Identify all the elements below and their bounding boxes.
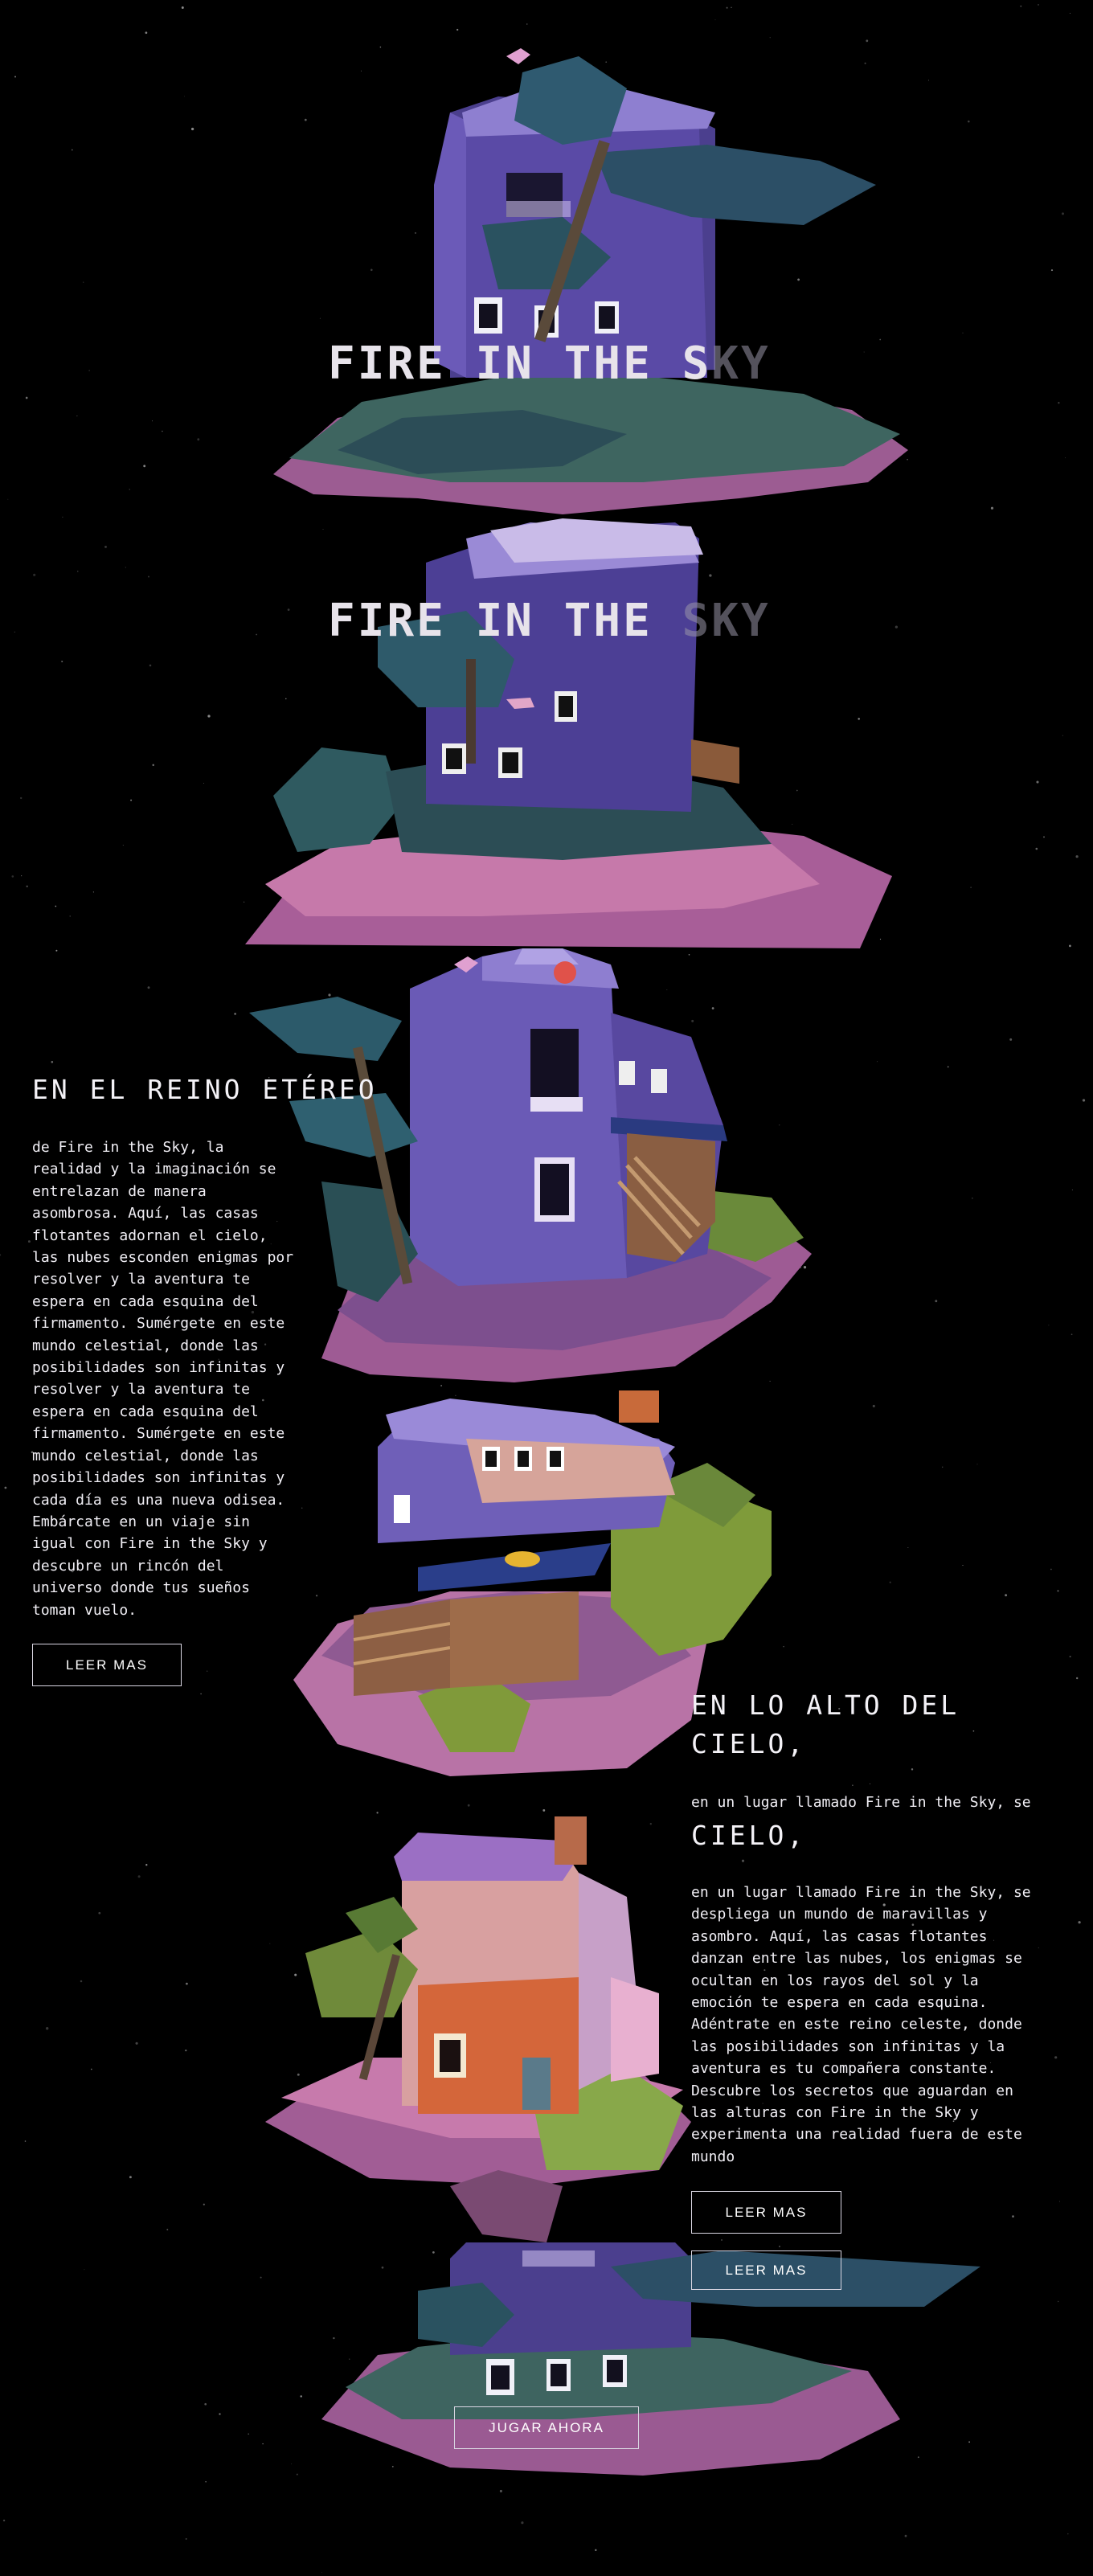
- bird-icon: [506, 48, 530, 64]
- paragraph-line: asombro. Aquí, las casas flotantes: [691, 1927, 988, 1945]
- paragraph-line: firmamento. Sumérgete en este: [32, 1315, 285, 1333]
- paragraph-line: mundo celestial, donde las: [32, 1337, 259, 1354]
- paragraph-line: mundo celestial, donde las: [32, 1447, 259, 1464]
- paragraph-line: cada día es una nueva odisea.: [32, 1491, 285, 1509]
- ethereal-heading: EN EL REINO ETÉREO: [32, 1074, 378, 1105]
- paragraph-line: mundo: [691, 2148, 735, 2165]
- paragraph-line: posibilidades son infinitas y: [32, 1359, 285, 1377]
- hero-title-secondary-fade: SKY: [682, 595, 771, 647]
- floating-island-2: [245, 518, 892, 948]
- sky-heading-line1: EN LO ALTO DEL: [691, 1689, 960, 1721]
- ethereal-paragraph: de Fire in the Sky, la realidad y la imag…: [32, 1136, 305, 1621]
- sky-heading-repeat: CIELO,: [691, 1820, 807, 1851]
- paragraph-line: de Fire in the Sky, la: [32, 1139, 224, 1156]
- paragraph-line: danzan entre las nubes, los enigmas se: [691, 1950, 1022, 1968]
- sky-paragraph: en un lugar llamado Fire in the Sky, se d…: [691, 1882, 1077, 2168]
- paragraph-line: firmamento. Sumérgete en este: [32, 1425, 285, 1443]
- paragraph-line: las posibilidades son infinitas y la: [691, 2037, 1005, 2055]
- sky-read-more-button[interactable]: LEER MAS: [691, 2191, 841, 2234]
- paragraph-line: descubre un rincón del: [32, 1557, 224, 1575]
- paragraph-line: igual con Fire in the Sky y: [32, 1535, 268, 1553]
- sky-read-more-button-repeat[interactable]: LEER MAS: [691, 2250, 841, 2290]
- paragraph-line: Embárcate en un viaje sin: [32, 1513, 250, 1530]
- paragraph-line: asombrosa. Aquí, las casas: [32, 1205, 259, 1222]
- hero-title: FIRE IN THE SKY: [328, 338, 771, 390]
- paragraph-line: aventura es tu compañera constante.: [691, 2060, 997, 2078]
- floating-island-6: [321, 2242, 980, 2476]
- floating-island-5: [265, 1816, 691, 2242]
- paragraph-line: realidad y la imaginación se: [32, 1161, 276, 1178]
- sky-heading-line2: CIELO,: [691, 1728, 807, 1759]
- paragraph-line: emoción te espera en cada esquina.: [691, 1994, 988, 2012]
- paragraph-line: posibilidades son infinitas y: [32, 1469, 285, 1487]
- paragraph-line: Descubre los secretos que aguardan en: [691, 2082, 1013, 2099]
- ethereal-read-more-button[interactable]: LEER MAS: [32, 1644, 182, 1686]
- sky-intro-line: en un lugar llamado Fire in the Sky, se: [691, 1794, 1031, 1811]
- paragraph-line: las nubes esconden enigmas por: [32, 1249, 294, 1267]
- paragraph-line: espera en cada esquina del: [32, 1292, 259, 1310]
- hero-title-main: FIRE IN THE S: [328, 338, 712, 390]
- play-now-button[interactable]: JUGAR AHORA: [454, 2406, 639, 2449]
- sky-heading: EN LO ALTO DEL CIELO,: [691, 1686, 960, 1763]
- paragraph-line: las alturas con Fire in the Sky y: [691, 2104, 979, 2122]
- floating-island-1: [273, 48, 908, 514]
- floating-island-3: [249, 948, 812, 1382]
- paragraph-line: ocultan en los rayos del sol y la: [691, 1972, 979, 1989]
- paragraph-line: experimenta una realidad fuera de este: [691, 2126, 1022, 2144]
- hero-title-fade: KY: [711, 338, 771, 390]
- paragraph-line: toman vuelo.: [32, 1601, 137, 1619]
- paragraph-line: resolver y la aventura te: [32, 1271, 250, 1288]
- paragraph-line: universo donde tus sueños: [32, 1579, 250, 1597]
- paragraph-line: Adéntrate en este reino celeste, donde: [691, 2016, 1022, 2033]
- hero-title-secondary-main: FIRE IN THE: [328, 595, 682, 647]
- paragraph-line: resolver y la aventura te: [32, 1381, 250, 1399]
- paragraph-line: espera en cada esquina del: [32, 1403, 259, 1420]
- paragraph-line: flotantes adornan el cielo,: [32, 1227, 268, 1244]
- paragraph-line: despliega un mundo de maravillas y: [691, 1906, 988, 1923]
- paragraph-line: entrelazan de manera: [32, 1182, 207, 1200]
- hero-title-secondary: FIRE IN THE SKY: [328, 595, 771, 647]
- paragraph-line: en un lugar llamado Fire in the Sky, se: [691, 1884, 1031, 1901]
